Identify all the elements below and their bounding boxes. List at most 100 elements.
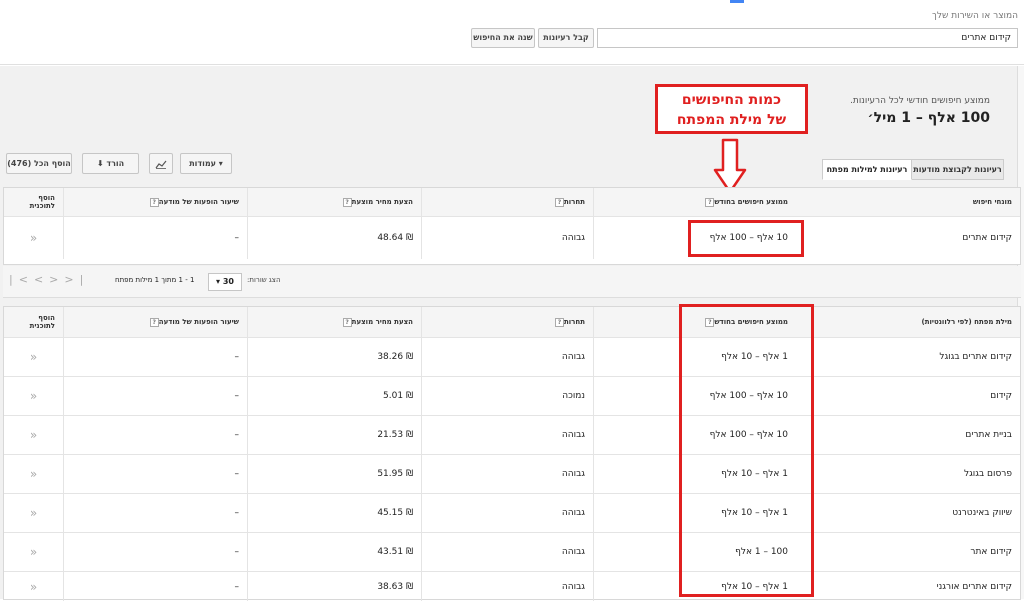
prev-page-icon[interactable]: < — [34, 273, 49, 286]
top-accent-mark — [730, 0, 744, 3]
share-cell: – — [63, 377, 247, 415]
add-to-plan-cell[interactable]: « — [4, 494, 63, 532]
chevron-down-icon: ▾ — [218, 159, 223, 168]
add-to-plan-cell[interactable]: « — [4, 533, 63, 571]
pager-nav: |<<>>| — [9, 273, 89, 286]
table-row: פרסום בגוגל 1 אלף – 10 אלף גבוהה ₪ 51.95… — [4, 455, 1020, 494]
keyword-cell: קידום אתרים בגוגל — [939, 352, 1012, 362]
share-cell: – — [63, 416, 247, 454]
tab-ad-group-ideas[interactable]: רעיונות לקבוצת מודעות — [911, 159, 1004, 180]
help-icon[interactable]: ? — [149, 317, 159, 327]
down-arrow-icon — [713, 138, 747, 194]
callout-line-1: כמות החיפושים — [681, 92, 782, 108]
modify-search-button[interactable]: שנה את החיפוש — [471, 28, 535, 48]
callout-line-2: של מילת המפתח — [676, 112, 787, 128]
tab-keyword-ideas[interactable]: רעיונות למילות מפתח — [822, 159, 912, 180]
share-cell: – — [63, 338, 247, 376]
chart-button[interactable] — [149, 153, 173, 174]
pager-range: 1 - 1 מתוך 1 מילות מפתח — [115, 276, 195, 284]
double-chevron-icon[interactable]: « — [30, 389, 37, 403]
bid-cell: ₪ 38.26 — [247, 338, 421, 376]
table-row: קידום אתר 100 – 1 אלף גבוהה ₪ 43.51 – « — [4, 533, 1020, 572]
highlight-box-keyword-avg-column — [679, 304, 814, 597]
add-to-plan-cell[interactable]: « — [4, 217, 63, 259]
help-icon[interactable]: ? — [555, 317, 564, 327]
double-chevron-icon[interactable]: « — [30, 467, 37, 481]
help-icon[interactable]: ? — [342, 197, 352, 207]
table-row: קידום אתרים אורגני 1 אלף – 10 אלף גבוהה … — [4, 572, 1020, 601]
keyword-cell: קידום — [990, 391, 1012, 401]
keyword-cell: פרסום בגוגל — [963, 469, 1012, 479]
col-add-to-plan: הוסף לתוכנית — [29, 314, 55, 330]
add-to-plan-cell[interactable]: « — [4, 338, 63, 376]
download-icon: ⬇ — [96, 159, 104, 168]
table-row: קידום אתרים 10 אלף – 100 אלף גבוהה ₪ 48.… — [4, 217, 1020, 259]
competition-cell: גבוהה — [421, 416, 593, 454]
bid-cell: ₪ 48.64 — [247, 217, 421, 259]
double-chevron-icon[interactable]: « — [30, 231, 37, 245]
add-to-plan-cell[interactable]: « — [4, 572, 63, 601]
col-search-term[interactable]: מונחי חיפוש — [796, 188, 1020, 216]
double-chevron-icon[interactable]: « — [30, 506, 37, 520]
add-to-plan-cell[interactable]: « — [4, 455, 63, 493]
col-ad-impr-share[interactable]: שיעור הופעות של מודעה? — [63, 307, 247, 337]
highlight-box-search-term-avg — [688, 220, 804, 257]
double-chevron-icon[interactable]: « — [30, 350, 37, 364]
table-header: מילת מפתח (לפי רלוונטיות) ממוצע חיפושים … — [4, 307, 1020, 338]
double-chevron-icon[interactable]: « — [30, 545, 37, 559]
col-ad-impr-share[interactable]: שיעור הופעות של מודעה? — [63, 188, 247, 216]
first-page-icon[interactable]: |< — [9, 273, 34, 286]
competition-cell: גבוהה — [421, 494, 593, 532]
keyword-cell: קידום אתרים — [962, 233, 1012, 243]
share-cell: – — [63, 455, 247, 493]
summary-label: ממוצע חיפושים חודשי לכל הרעיונות. — [850, 96, 990, 106]
top-bar: המוצר או השירות שלך קידום אתרים קבל רעיו… — [0, 0, 1024, 65]
col-suggested-bid[interactable]: הצעת מחיר מוצעת? — [247, 188, 421, 216]
pagination-bar: |<<>>| 1 - 1 מתוך 1 מילות מפתח ▾ 30 הצג … — [3, 266, 1021, 298]
table-row: קידום אתרים בגוגל 1 אלף – 10 אלף גבוהה ₪… — [4, 338, 1020, 377]
product-label: המוצר או השירות שלך — [932, 11, 1018, 21]
double-chevron-icon[interactable]: « — [30, 580, 37, 594]
download-button[interactable]: ⬇ הורד — [82, 153, 139, 174]
chevron-down-icon: ▾ — [216, 277, 221, 286]
share-cell: – — [63, 217, 247, 259]
bid-cell: ₪ 5.01 — [247, 377, 421, 415]
bid-cell: ₪ 38.63 — [247, 572, 421, 601]
col-add-to-plan: הוסף לתוכנית — [29, 194, 55, 210]
keyword-cell: שיווק באינטרנט — [952, 508, 1012, 518]
col-competition[interactable]: תחרות? — [421, 307, 593, 337]
table-row: שיווק באינטרנט 1 אלף – 10 אלף גבוהה ₪ 45… — [4, 494, 1020, 533]
bid-cell: ₪ 45.15 — [247, 494, 421, 532]
help-icon[interactable]: ? — [705, 197, 715, 207]
share-cell: – — [63, 533, 247, 571]
bid-cell: ₪ 51.95 — [247, 455, 421, 493]
columns-button[interactable]: עמודות ▾ — [180, 153, 232, 174]
competition-cell: גבוהה — [421, 533, 593, 571]
help-icon[interactable]: ? — [555, 197, 564, 207]
last-page-icon[interactable]: >| — [64, 273, 89, 286]
add-all-button[interactable]: הוסף הכל (476) — [6, 153, 72, 174]
summary-value: 100 אלף – 1 מיל׳ — [867, 110, 990, 126]
product-input[interactable]: קידום אתרים — [597, 28, 1018, 48]
table-row: קידום 10 אלף – 100 אלף נמוכה ₪ 5.01 – « — [4, 377, 1020, 416]
add-to-plan-cell[interactable]: « — [4, 416, 63, 454]
callout-annotation: כמות החיפושים של מילת המפתח — [655, 84, 808, 134]
competition-cell: גבוהה — [421, 572, 593, 601]
col-avg-monthly[interactable]: ממוצע חיפושים בחודש? — [593, 188, 796, 216]
get-ideas-button[interactable]: קבל רעיונות — [538, 28, 594, 48]
next-page-icon[interactable]: > — [49, 273, 64, 286]
help-icon[interactable]: ? — [149, 197, 159, 207]
double-chevron-icon[interactable]: « — [30, 428, 37, 442]
help-icon[interactable]: ? — [342, 317, 352, 327]
bid-cell: ₪ 21.53 — [247, 416, 421, 454]
chart-icon — [155, 160, 167, 169]
rows-per-page-select[interactable]: ▾ 30 — [208, 273, 242, 291]
col-suggested-bid[interactable]: הצעת מחיר מוצעת? — [247, 307, 421, 337]
add-to-plan-cell[interactable]: « — [4, 377, 63, 415]
competition-cell: גבוהה — [421, 217, 593, 259]
keyword-ideas-table: מילת מפתח (לפי רלוונטיות) ממוצע חיפושים … — [3, 306, 1021, 601]
competition-cell: גבוהה — [421, 455, 593, 493]
col-competition[interactable]: תחרות? — [421, 188, 593, 216]
col-keyword[interactable]: מילת מפתח (לפי רלוונטיות) — [796, 307, 1020, 337]
table-row: בניית אתרים 10 אלף – 100 אלף גבוהה ₪ 21.… — [4, 416, 1020, 455]
